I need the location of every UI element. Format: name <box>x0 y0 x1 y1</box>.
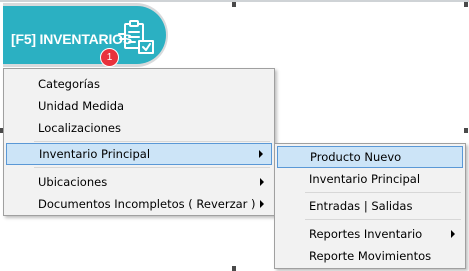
notification-badge: 1 <box>100 48 119 67</box>
inventarios-dropdown-menu: Categorías Unidad Medida Localizaciones … <box>3 68 275 216</box>
menu-item-label: Producto Nuevo <box>310 150 402 164</box>
inventarios-module-button[interactable]: [F5] INVENTARIOS <box>3 3 168 67</box>
corner-marker <box>232 2 236 7</box>
corner-marker <box>232 266 236 271</box>
inventario-principal-submenu: Producto Nuevo Inventario Principal Entr… <box>274 143 466 269</box>
menu-item-unidad-medida[interactable]: Unidad Medida <box>6 95 272 117</box>
menu-item-label: Reportes Inventario <box>309 227 423 241</box>
menu-item-inventario-principal-sub[interactable]: Inventario Principal <box>277 168 463 190</box>
menu-item-label: Inventario Principal <box>309 172 421 186</box>
menu-item-documentos-incompletos[interactable]: Documentos Incompletos ( Reverzar ) <box>6 193 272 215</box>
submenu-arrow-icon <box>260 178 264 186</box>
inventarios-tile-background: [F5] INVENTARIOS <box>3 6 166 64</box>
menu-item-label: Entradas | Salidas <box>309 199 413 213</box>
submenu-arrow-icon <box>451 230 455 238</box>
corner-marker <box>464 2 468 7</box>
menu-separator <box>34 141 270 142</box>
menu-item-label: Ubicaciones <box>38 175 108 189</box>
menu-item-label: Documentos Incompletos ( Reverzar ) <box>38 197 256 211</box>
menu-separator <box>34 167 270 168</box>
module-label: [F5] INVENTARIOS <box>11 31 132 47</box>
submenu-arrow-icon <box>259 150 263 158</box>
menu-separator <box>305 192 461 193</box>
submenu-arrow-icon <box>260 200 264 208</box>
menu-item-label: Unidad Medida <box>38 99 125 113</box>
menu-item-entradas-salidas[interactable]: Entradas | Salidas <box>277 195 463 217</box>
menu-item-reportes-inventario[interactable]: Reportes Inventario <box>277 223 463 245</box>
inventory-clipboard-icon <box>118 20 154 54</box>
menu-item-categorias[interactable]: Categorías <box>6 73 272 95</box>
menu-separator <box>305 219 461 220</box>
menu-item-label: Categorías <box>38 77 100 91</box>
menu-item-label: Inventario Principal <box>39 147 151 161</box>
menu-item-reporte-movimientos[interactable]: Reporte Movimientos <box>277 245 463 267</box>
menu-item-producto-nuevo[interactable]: Producto Nuevo <box>277 146 463 168</box>
menu-item-label: Reporte Movimientos <box>309 249 432 263</box>
menu-item-inventario-principal[interactable]: Inventario Principal <box>6 143 272 165</box>
menu-item-ubicaciones[interactable]: Ubicaciones <box>6 171 272 193</box>
corner-marker <box>464 128 468 133</box>
menu-item-localizaciones[interactable]: Localizaciones <box>6 117 272 139</box>
menu-item-label: Localizaciones <box>38 121 121 135</box>
